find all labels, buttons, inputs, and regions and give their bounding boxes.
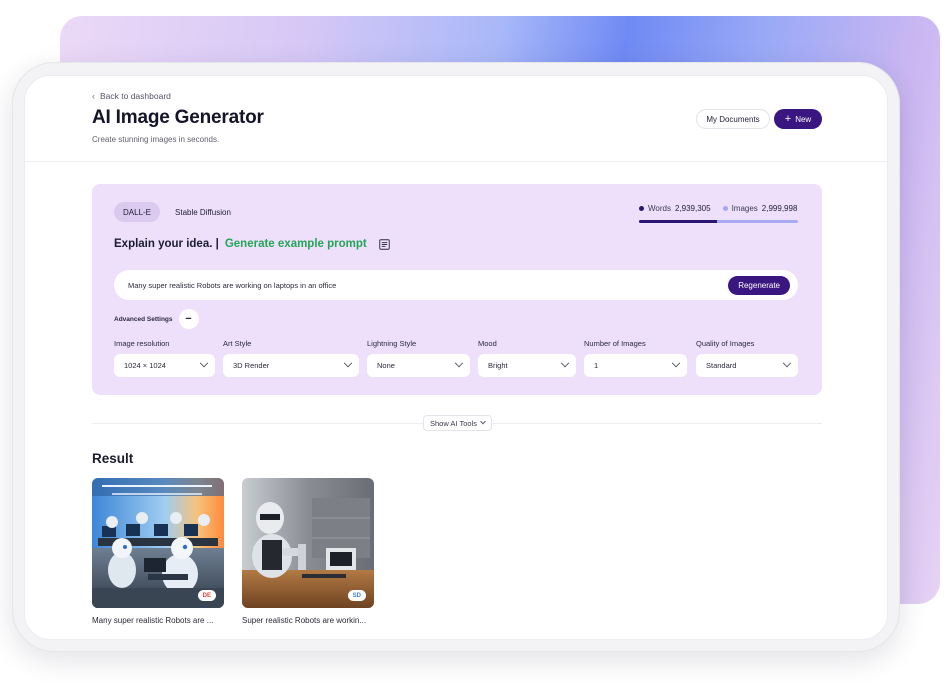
chevron-down-icon xyxy=(199,358,209,367)
image-resolution-select[interactable]: 1024 × 1024 xyxy=(114,354,215,377)
lightning-style-select[interactable]: None xyxy=(367,354,470,377)
model-badge-sd: SD xyxy=(347,590,366,601)
images-value: 2,999,998 xyxy=(761,204,798,213)
robot-desk-image xyxy=(242,478,374,608)
usage-meter: Words 2,939,305 Images 2,999,998 xyxy=(639,204,799,223)
select-value: Bright xyxy=(488,361,508,370)
select-value: None xyxy=(377,361,395,370)
tab-stable-diffusion[interactable]: Stable Diffusion xyxy=(166,202,240,222)
art-style-select[interactable]: 3D Render xyxy=(223,354,359,377)
words-value: 2,939,305 xyxy=(674,204,711,213)
show-ai-tools-label: Show AI Tools xyxy=(430,418,477,428)
result-image-2[interactable]: SD xyxy=(242,478,374,608)
result-image-1[interactable]: DE xyxy=(92,478,224,608)
chevron-down-icon xyxy=(480,418,486,425)
images-label: Images xyxy=(731,204,758,213)
field-label: Image resolution xyxy=(114,339,170,348)
header-divider xyxy=(25,161,887,162)
chevron-left-icon: ‹ xyxy=(92,91,95,101)
my-documents-button[interactable]: My Documents xyxy=(696,109,770,129)
result-heading: Result xyxy=(92,451,134,466)
select-value: 1 xyxy=(594,361,599,370)
select-value: Standard xyxy=(706,361,737,370)
field-quality-of-images: Quality of Images Standard xyxy=(696,339,798,377)
collapse-toggle-button[interactable]: − xyxy=(178,309,199,329)
generator-panel: DALL-E Stable Diffusion Words 2,939,305 … xyxy=(92,184,822,395)
new-button-label: New xyxy=(795,114,812,124)
field-number-of-images: Number of Images 1 xyxy=(584,339,687,377)
field-art-style: Art Style 3D Render xyxy=(223,339,359,377)
robot-office-image xyxy=(92,478,224,608)
model-badge-de: DE xyxy=(197,590,216,601)
advanced-settings-row: Advanced Settings − xyxy=(114,309,199,329)
document-lines-icon[interactable] xyxy=(379,238,390,250)
field-label: Number of Images xyxy=(584,339,646,348)
field-mood: Mood Bright xyxy=(478,339,576,377)
field-label: Mood xyxy=(478,339,497,348)
field-image-resolution: Image resolution 1024 × 1024 xyxy=(114,339,215,377)
prompt-heading-row: Explain your idea. | Generate example pr… xyxy=(114,238,390,250)
result-caption-2: Super realistic Robots are workin... xyxy=(242,616,367,625)
plus-icon: + xyxy=(784,112,792,125)
field-lightning-style: Lightning Style None xyxy=(367,339,470,377)
chevron-down-icon xyxy=(454,358,464,367)
select-value: 3D Render xyxy=(233,361,270,370)
new-button[interactable]: + New xyxy=(774,109,822,129)
select-value: 1024 × 1024 xyxy=(124,361,166,370)
tab-dall-e[interactable]: DALL-E xyxy=(114,202,161,222)
number-of-images-select[interactable]: 1 xyxy=(584,354,687,377)
images-dot-icon xyxy=(722,206,728,211)
page-subtitle: Create stunning images in seconds. xyxy=(92,135,220,144)
show-ai-tools-button[interactable]: Show AI Tools xyxy=(423,415,492,431)
app-screen: ‹ Back to dashboard AI Image Generator C… xyxy=(24,75,888,640)
result-caption-1: Many super realistic Robots are ... xyxy=(92,616,214,625)
chevron-down-icon xyxy=(671,358,681,367)
chevron-down-icon xyxy=(560,358,570,367)
advanced-settings-label: Advanced Settings xyxy=(114,315,173,323)
usage-bar xyxy=(639,220,798,223)
page-title: AI Image Generator xyxy=(92,107,264,128)
words-dot-icon xyxy=(639,206,644,211)
regenerate-button[interactable]: Regenerate xyxy=(728,276,790,295)
quality-of-images-select[interactable]: Standard xyxy=(696,354,798,377)
prompt-input[interactable] xyxy=(128,280,688,290)
chevron-down-icon xyxy=(343,358,353,367)
field-label: Lightning Style xyxy=(367,339,417,348)
usage-bar-fill xyxy=(639,220,717,223)
back-label: Back to dashboard xyxy=(100,91,171,101)
prompt-field: Regenerate xyxy=(114,270,798,300)
engine-tabs: DALL-E Stable Diffusion xyxy=(114,202,240,222)
back-to-dashboard-link[interactable]: ‹ Back to dashboard xyxy=(92,91,171,101)
prompt-heading: Explain your idea. | xyxy=(114,238,219,250)
field-label: Quality of Images xyxy=(696,339,755,348)
chevron-down-icon xyxy=(782,358,792,367)
words-label: Words xyxy=(648,204,671,213)
mood-select[interactable]: Bright xyxy=(478,354,576,377)
field-label: Art Style xyxy=(223,339,252,348)
generate-example-prompt-link[interactable]: Generate example prompt xyxy=(225,238,367,250)
